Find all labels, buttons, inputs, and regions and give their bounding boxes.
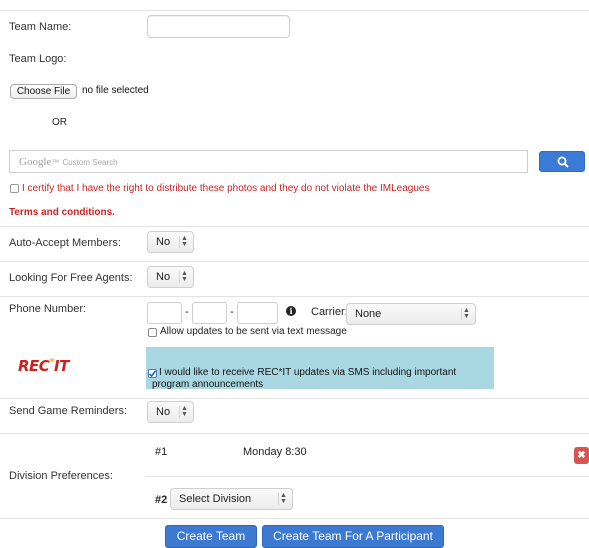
search-icon bbox=[557, 156, 569, 168]
or-label: OR bbox=[52, 117, 67, 128]
phone-line-input[interactable] bbox=[237, 302, 278, 324]
delete-division-button[interactable]: ✖ bbox=[574, 447, 589, 464]
reminders-label: Send Game Reminders: bbox=[9, 405, 127, 417]
logo-text: REC bbox=[18, 357, 50, 375]
division-pref1-value: Monday 8:30 bbox=[243, 446, 307, 458]
logo-text2: IT bbox=[54, 357, 69, 375]
divider bbox=[146, 476, 589, 477]
search-input[interactable]: Google™ Custom Search bbox=[9, 150, 528, 173]
division-pref2-number: #2 bbox=[155, 494, 168, 506]
carrier-label: Carrier: bbox=[311, 306, 348, 318]
reminders-select[interactable]: No ▲ ▼ bbox=[147, 401, 194, 423]
divider bbox=[0, 433, 589, 434]
free-agents-value: No bbox=[156, 271, 171, 283]
updown-arrows-icon: ▲ ▼ bbox=[179, 235, 189, 248]
division-pref2-value: Select Division bbox=[179, 493, 252, 505]
divider bbox=[0, 398, 589, 399]
auto-accept-value: No bbox=[156, 236, 171, 248]
google-brand: Google bbox=[19, 156, 52, 168]
phone-dash: - bbox=[185, 306, 189, 318]
divider bbox=[0, 10, 589, 11]
create-team-for-participant-button[interactable]: Create Team For A Participant bbox=[262, 525, 444, 548]
allow-text-label: Allow updates to be sent via text messag… bbox=[160, 326, 347, 337]
phone-area-code-input[interactable] bbox=[147, 302, 182, 324]
create-team-button[interactable]: Create Team bbox=[165, 525, 257, 548]
choose-file-button[interactable]: Choose File bbox=[10, 84, 77, 99]
phone-dash: - bbox=[230, 306, 234, 318]
phone-prefix-input[interactable] bbox=[192, 302, 227, 324]
terms-link[interactable]: Terms and conditions. bbox=[9, 207, 115, 218]
divider bbox=[0, 296, 589, 297]
division-pref2-select[interactable]: Select Division ▲ ▼ bbox=[170, 488, 293, 510]
certify-checkbox[interactable] bbox=[10, 184, 19, 193]
reminders-value: No bbox=[156, 406, 171, 418]
auto-accept-label: Auto-Accept Members: bbox=[9, 237, 121, 249]
auto-accept-select[interactable]: No ▲ ▼ bbox=[147, 231, 194, 253]
google-tm: ™ bbox=[51, 158, 60, 167]
updown-arrows-icon: ▲ ▼ bbox=[179, 270, 189, 283]
phone-label: Phone Number: bbox=[9, 303, 87, 315]
allow-text-checkbox[interactable] bbox=[148, 328, 157, 337]
certify-text: I certify that I have the right to distr… bbox=[22, 183, 430, 194]
carrier-value: None bbox=[355, 308, 382, 320]
divider bbox=[0, 226, 589, 227]
carrier-select[interactable]: None ▲ ▼ bbox=[346, 303, 476, 325]
division-pref1-number: #1 bbox=[155, 446, 168, 458]
division-preferences-label: Division Preferences: bbox=[9, 470, 113, 482]
updown-arrows-icon: ▲ ▼ bbox=[461, 307, 471, 320]
search-button[interactable] bbox=[539, 151, 585, 172]
info-icon[interactable]: i bbox=[286, 306, 296, 316]
updown-arrows-icon: ▲ ▼ bbox=[179, 405, 189, 418]
divider bbox=[0, 261, 589, 262]
team-logo-label: Team Logo: bbox=[9, 53, 67, 65]
free-agents-label: Looking For Free Agents: bbox=[9, 272, 133, 284]
free-agents-select[interactable]: No ▲ ▼ bbox=[147, 266, 194, 288]
updown-arrows-icon: ▲ ▼ bbox=[278, 492, 288, 505]
recit-logo: REC*IT bbox=[18, 357, 69, 375]
team-name-label: Team Name: bbox=[9, 21, 72, 33]
sms-optin-label: I would like to receive REC*IT updates v… bbox=[152, 367, 457, 390]
custom-search-text: Custom Search bbox=[62, 158, 118, 167]
file-status-text: no file selected bbox=[82, 85, 149, 96]
divider bbox=[0, 518, 589, 519]
team-name-input[interactable] bbox=[147, 15, 290, 38]
search-placeholder: Google™ Custom Search bbox=[19, 156, 118, 168]
